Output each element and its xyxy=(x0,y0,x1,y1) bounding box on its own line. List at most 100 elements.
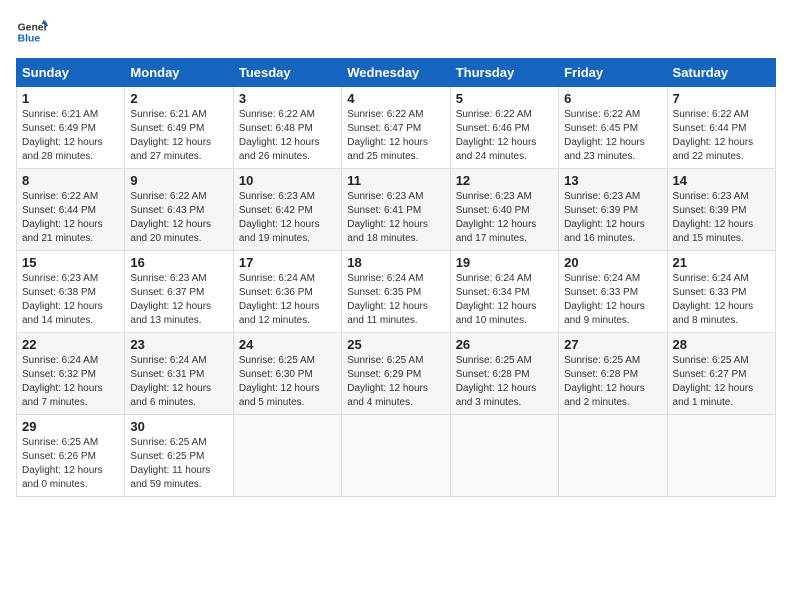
calendar-cell: 17 Sunrise: 6:24 AM Sunset: 6:36 PM Dayli… xyxy=(233,251,341,333)
day-number: 28 xyxy=(673,337,770,352)
day-number: 10 xyxy=(239,173,336,188)
day-info: Sunrise: 6:25 AM Sunset: 6:30 PM Dayligh… xyxy=(239,354,336,410)
day-info: Sunrise: 6:22 AM Sunset: 6:47 PM Dayligh… xyxy=(347,108,444,164)
calendar-cell: 7 Sunrise: 6:22 AM Sunset: 6:44 PM Daylig… xyxy=(667,87,775,169)
calendar-cell: 11 Sunrise: 6:23 AM Sunset: 6:41 PM Dayli… xyxy=(342,169,450,251)
calendar-cell: 15 Sunrise: 6:23 AM Sunset: 6:38 PM Dayli… xyxy=(17,251,125,333)
day-info: Sunrise: 6:25 AM Sunset: 6:25 PM Dayligh… xyxy=(130,436,227,492)
day-info: Sunrise: 6:25 AM Sunset: 6:26 PM Dayligh… xyxy=(22,436,119,492)
day-info: Sunrise: 6:22 AM Sunset: 6:45 PM Dayligh… xyxy=(564,108,661,164)
day-number: 6 xyxy=(564,91,661,106)
calendar-cell: 24 Sunrise: 6:25 AM Sunset: 6:30 PM Dayli… xyxy=(233,333,341,415)
day-number: 24 xyxy=(239,337,336,352)
day-info: Sunrise: 6:24 AM Sunset: 6:36 PM Dayligh… xyxy=(239,272,336,328)
day-number: 9 xyxy=(130,173,227,188)
day-number: 19 xyxy=(456,255,553,270)
col-header-thursday: Thursday xyxy=(450,59,558,87)
col-header-wednesday: Wednesday xyxy=(342,59,450,87)
calendar-cell: 4 Sunrise: 6:22 AM Sunset: 6:47 PM Daylig… xyxy=(342,87,450,169)
header: General Blue xyxy=(16,16,776,48)
day-info: Sunrise: 6:25 AM Sunset: 6:29 PM Dayligh… xyxy=(347,354,444,410)
day-number: 20 xyxy=(564,255,661,270)
day-number: 12 xyxy=(456,173,553,188)
day-number: 16 xyxy=(130,255,227,270)
calendar-cell: 25 Sunrise: 6:25 AM Sunset: 6:29 PM Dayli… xyxy=(342,333,450,415)
calendar-cell: 1 Sunrise: 6:21 AM Sunset: 6:49 PM Daylig… xyxy=(17,87,125,169)
calendar-cell: 3 Sunrise: 6:22 AM Sunset: 6:48 PM Daylig… xyxy=(233,87,341,169)
svg-text:Blue: Blue xyxy=(18,34,41,45)
day-number: 17 xyxy=(239,255,336,270)
day-number: 11 xyxy=(347,173,444,188)
day-number: 18 xyxy=(347,255,444,270)
day-info: Sunrise: 6:23 AM Sunset: 6:41 PM Dayligh… xyxy=(347,190,444,246)
day-number: 22 xyxy=(22,337,119,352)
day-number: 30 xyxy=(130,419,227,434)
svg-text:General: General xyxy=(18,22,48,33)
day-number: 23 xyxy=(130,337,227,352)
calendar-cell: 12 Sunrise: 6:23 AM Sunset: 6:40 PM Dayli… xyxy=(450,169,558,251)
calendar-cell: 19Sunrise: 6:24 AM Sunset: 6:34 PM Dayli… xyxy=(450,251,558,333)
day-number: 1 xyxy=(22,91,119,106)
logo: General Blue xyxy=(16,16,52,48)
day-info: Sunrise: 6:25 AM Sunset: 6:28 PM Dayligh… xyxy=(564,354,661,410)
day-number: 14 xyxy=(673,173,770,188)
calendar-cell: 22 Sunrise: 6:24 AM Sunset: 6:32 PM Dayli… xyxy=(17,333,125,415)
day-info: Sunrise: 6:25 AM Sunset: 6:28 PM Dayligh… xyxy=(456,354,553,410)
day-info: Sunrise: 6:23 AM Sunset: 6:38 PM Dayligh… xyxy=(22,272,119,328)
day-info: Sunrise: 6:22 AM Sunset: 6:46 PM Dayligh… xyxy=(456,108,553,164)
calendar-cell xyxy=(233,415,341,497)
calendar-cell: 20 Sunrise: 6:24 AM Sunset: 6:33 PM Dayli… xyxy=(559,251,667,333)
day-info: Sunrise: 6:23 AM Sunset: 6:42 PM Dayligh… xyxy=(239,190,336,246)
calendar-cell xyxy=(450,415,558,497)
calendar-cell: 5 Sunrise: 6:22 AM Sunset: 6:46 PM Daylig… xyxy=(450,87,558,169)
calendar-cell: 14 Sunrise: 6:23 AM Sunset: 6:39 PM Dayli… xyxy=(667,169,775,251)
calendar-cell: 28Sunrise: 6:25 AM Sunset: 6:27 PM Dayli… xyxy=(667,333,775,415)
col-header-saturday: Saturday xyxy=(667,59,775,87)
calendar-cell: 21Sunrise: 6:24 AM Sunset: 6:33 PM Dayli… xyxy=(667,251,775,333)
day-number: 7 xyxy=(673,91,770,106)
day-info: Sunrise: 6:23 AM Sunset: 6:39 PM Dayligh… xyxy=(673,190,770,246)
col-header-monday: Monday xyxy=(125,59,233,87)
calendar-cell: 27Sunrise: 6:25 AM Sunset: 6:28 PM Dayli… xyxy=(559,333,667,415)
calendar-cell: 26 Sunrise: 6:25 AM Sunset: 6:28 PM Dayli… xyxy=(450,333,558,415)
day-info: Sunrise: 6:22 AM Sunset: 6:44 PM Dayligh… xyxy=(673,108,770,164)
calendar-cell: 23 Sunrise: 6:24 AM Sunset: 6:31 PM Dayli… xyxy=(125,333,233,415)
day-info: Sunrise: 6:24 AM Sunset: 6:35 PM Dayligh… xyxy=(347,272,444,328)
day-number: 13 xyxy=(564,173,661,188)
day-number: 3 xyxy=(239,91,336,106)
day-number: 29 xyxy=(22,419,119,434)
day-info: Sunrise: 6:22 AM Sunset: 6:48 PM Dayligh… xyxy=(239,108,336,164)
col-header-tuesday: Tuesday xyxy=(233,59,341,87)
col-header-friday: Friday xyxy=(559,59,667,87)
calendar-cell: 10 Sunrise: 6:23 AM Sunset: 6:42 PM Dayli… xyxy=(233,169,341,251)
calendar-cell xyxy=(559,415,667,497)
day-number: 5 xyxy=(456,91,553,106)
calendar-cell: 8 Sunrise: 6:22 AM Sunset: 6:44 PM Daylig… xyxy=(17,169,125,251)
day-number: 21 xyxy=(673,255,770,270)
day-number: 15 xyxy=(22,255,119,270)
day-number: 4 xyxy=(347,91,444,106)
calendar-cell: 13Sunrise: 6:23 AM Sunset: 6:39 PM Dayli… xyxy=(559,169,667,251)
day-info: Sunrise: 6:21 AM Sunset: 6:49 PM Dayligh… xyxy=(22,108,119,164)
day-info: Sunrise: 6:23 AM Sunset: 6:40 PM Dayligh… xyxy=(456,190,553,246)
logo-icon: General Blue xyxy=(16,16,48,48)
day-info: Sunrise: 6:21 AM Sunset: 6:49 PM Dayligh… xyxy=(130,108,227,164)
day-number: 2 xyxy=(130,91,227,106)
calendar-cell xyxy=(342,415,450,497)
day-number: 8 xyxy=(22,173,119,188)
calendar-cell xyxy=(667,415,775,497)
calendar-cell: 29 Sunrise: 6:25 AM Sunset: 6:26 PM Dayli… xyxy=(17,415,125,497)
day-number: 26 xyxy=(456,337,553,352)
col-header-sunday: Sunday xyxy=(17,59,125,87)
calendar-cell: 2 Sunrise: 6:21 AM Sunset: 6:49 PM Daylig… xyxy=(125,87,233,169)
day-number: 25 xyxy=(347,337,444,352)
calendar-table: SundayMondayTuesdayWednesdayThursdayFrid… xyxy=(16,58,776,497)
day-info: Sunrise: 6:23 AM Sunset: 6:37 PM Dayligh… xyxy=(130,272,227,328)
day-info: Sunrise: 6:22 AM Sunset: 6:44 PM Dayligh… xyxy=(22,190,119,246)
calendar-cell: 6 Sunrise: 6:22 AM Sunset: 6:45 PM Daylig… xyxy=(559,87,667,169)
day-info: Sunrise: 6:24 AM Sunset: 6:33 PM Dayligh… xyxy=(564,272,661,328)
calendar-cell: 16 Sunrise: 6:23 AM Sunset: 6:37 PM Dayli… xyxy=(125,251,233,333)
calendar-cell: 9Sunrise: 6:22 AM Sunset: 6:43 PM Daylig… xyxy=(125,169,233,251)
day-info: Sunrise: 6:24 AM Sunset: 6:31 PM Dayligh… xyxy=(130,354,227,410)
day-info: Sunrise: 6:24 AM Sunset: 6:32 PM Dayligh… xyxy=(22,354,119,410)
